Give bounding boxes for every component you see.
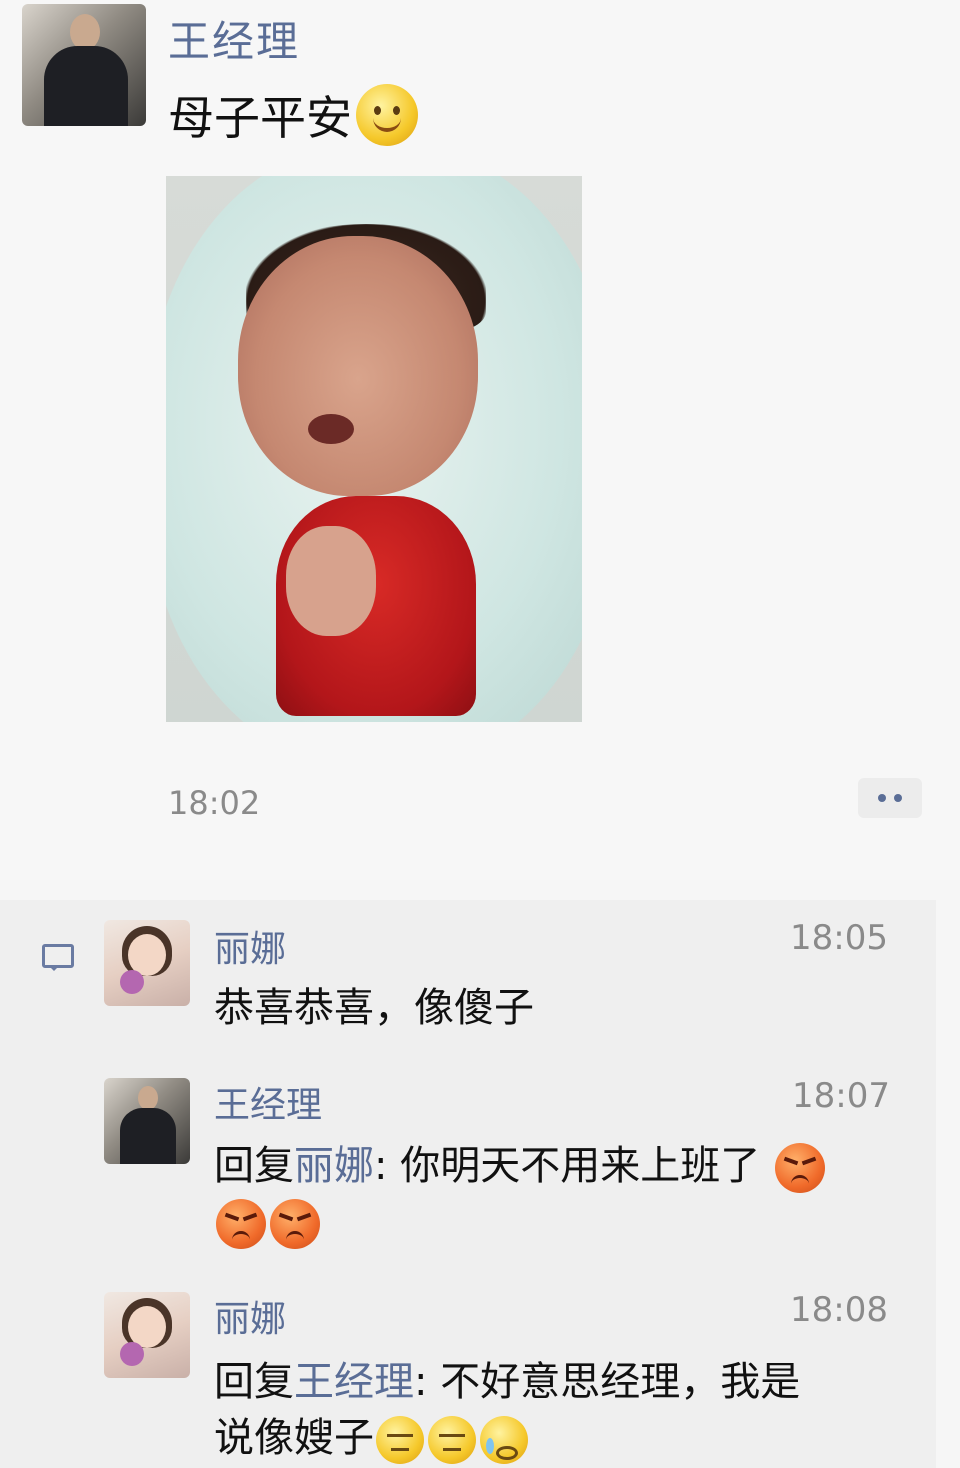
comment-author[interactable]: 丽娜 [214, 920, 286, 972]
reply-target[interactable]: 王经理 [294, 1359, 414, 1405]
comment-time: 18:05 [790, 918, 888, 958]
reply-target[interactable]: 丽娜 [294, 1143, 374, 1189]
poster-avatar[interactable] [22, 4, 146, 126]
commenter-avatar-lina[interactable] [104, 1292, 190, 1378]
angry-emoji [774, 1143, 825, 1193]
angry-emoji [216, 1199, 266, 1249]
angry-emoji [270, 1199, 320, 1249]
post-time: 18:02 [168, 784, 261, 822]
reply-prefix: 回复 [214, 1143, 294, 1189]
comment-text: 回复王经理: 不好意思经理，我是 说像嫂子 [214, 1354, 914, 1466]
commenter-avatar-lina[interactable] [104, 920, 190, 1006]
smile-emoji [356, 84, 418, 146]
comment-body: : 不好意思经理，我是 [414, 1359, 801, 1405]
commenter-avatar-wang[interactable] [104, 1078, 190, 1164]
comment-text: 恭喜恭喜，像傻子 [214, 985, 534, 1031]
poster-name[interactable]: 王经理 [168, 8, 300, 69]
comment-time: 18:07 [792, 1076, 890, 1116]
comment-text: 回复丽娜: 你明天不用来上班了 [214, 1138, 914, 1250]
post-text-content: 母子平安 [168, 91, 352, 145]
meh-emoji [376, 1416, 424, 1464]
comment-author[interactable]: 丽娜 [214, 1290, 286, 1342]
post-text: 母子平安 [168, 82, 418, 148]
moments-post: 王经理 母子平安 18:02 [0, 0, 960, 880]
comment-body-line2: 说像嫂子 [214, 1415, 374, 1461]
comment-icon [42, 944, 74, 972]
newborn-baby-photo[interactable] [166, 176, 582, 722]
reply-prefix: 回复 [214, 1359, 294, 1405]
more-dots-icon[interactable] [858, 778, 922, 818]
comment-body: : 你明天不用来上班了 [374, 1143, 761, 1189]
comment-author[interactable]: 王经理 [214, 1076, 322, 1128]
comment-time: 18:08 [790, 1290, 888, 1330]
grimace-emoji [428, 1416, 476, 1464]
cry-emoji [480, 1416, 528, 1464]
